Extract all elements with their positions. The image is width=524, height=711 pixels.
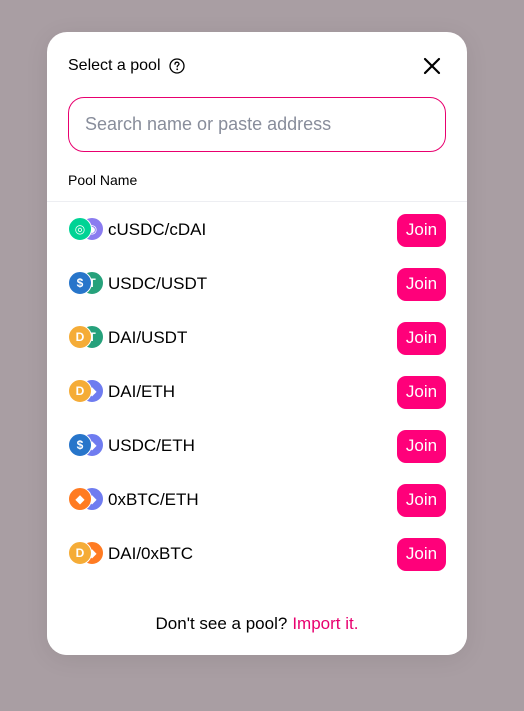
pool-name: cUSDC/cDAI: [108, 220, 207, 239]
pool-row[interactable]: $◆USDC/ETH Join: [68, 426, 446, 466]
import-pool-link[interactable]: Import it.: [292, 614, 358, 634]
modal-title: Select a pool: [68, 57, 161, 74]
join-button[interactable]: Join: [397, 537, 446, 571]
usdc-icon: $: [68, 271, 92, 295]
join-button[interactable]: Join: [397, 429, 446, 463]
modal-header: Select a pool: [68, 52, 446, 80]
pool-name: 0xBTC/ETH: [108, 490, 199, 509]
pool-row[interactable]: D T DAI/USDT Join: [68, 318, 446, 358]
close-icon[interactable]: [418, 52, 446, 80]
pool-name: DAI/ETH: [108, 382, 176, 401]
join-button[interactable]: Join: [397, 375, 446, 409]
pool-token-icons: DT: [68, 325, 108, 351]
pool-name: USDC/USDT: [108, 274, 208, 293]
modal-footer: Don't see a pool? Import it.: [47, 592, 467, 655]
join-button[interactable]: Join: [397, 267, 446, 301]
join-button[interactable]: Join: [397, 483, 446, 517]
column-header-pool-name: Pool Name: [68, 172, 138, 188]
join-button[interactable]: Join: [397, 321, 446, 355]
pool-token-icons: ◎◉: [68, 217, 108, 243]
dai-icon: D: [68, 379, 92, 403]
pool-token-icons: ◆◆: [68, 487, 108, 513]
pool-token-icons: D◆: [68, 379, 108, 405]
pool-row[interactable]: ◎◉cUSDC/cDAI Join: [68, 210, 446, 250]
usdc-icon: $: [68, 433, 92, 457]
help-icon[interactable]: [168, 58, 185, 74]
pool-row[interactable]: $ T USDC/USDT Join: [68, 264, 446, 304]
pool-name: DAI/USDT: [108, 328, 188, 347]
dai-icon: D: [68, 325, 92, 349]
pool-list[interactable]: ◎◉cUSDC/cDAIJoin$TUSDC/USDTJoinDTDAI/USD…: [47, 202, 467, 592]
select-pool-modal: Select a pool Pool Name ◎◉cUSDC/cDAI Join…: [47, 32, 467, 655]
pool-name: USDC/ETH: [108, 436, 195, 455]
pool-name: DAI/0xBTC: [108, 544, 194, 563]
dai-icon: D: [68, 541, 92, 565]
pool-row[interactable]: ◆◆0xBTC/ETH Join: [68, 480, 446, 520]
join-button[interactable]: Join: [397, 213, 446, 247]
pool-token-icons: $ T: [68, 271, 108, 297]
pool-row[interactable]: D◆DAI/ETH Join: [68, 372, 446, 412]
search-input[interactable]: [68, 97, 446, 152]
pool-row[interactable]: D◆DAI/0xBTC Join: [68, 534, 446, 574]
pool-token-icons: $◆: [68, 433, 108, 459]
0xbtc-icon: ◆: [68, 487, 92, 511]
footer-text: Don't see a pool?: [155, 613, 288, 633]
cusdc-icon: ◎: [68, 217, 92, 241]
pool-token-icons: D◆: [68, 541, 108, 567]
